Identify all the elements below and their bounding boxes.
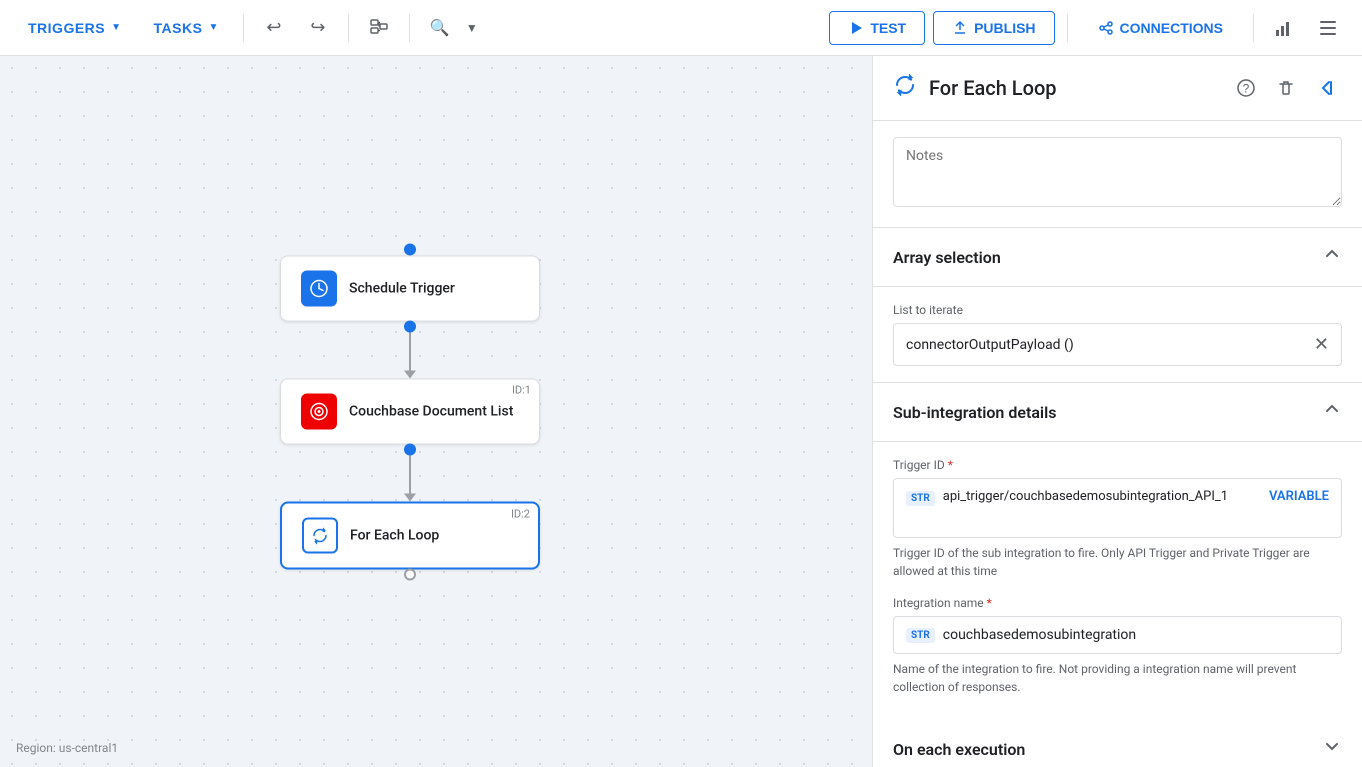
sub-integration-content: Trigger ID STR api_trigger/couchbasedemo… <box>873 442 1362 720</box>
panel-title: For Each Loop <box>929 76 1218 100</box>
menu-button[interactable] <box>1310 10 1346 46</box>
analytics-button[interactable] <box>1266 10 1302 46</box>
sub-integration-section-title: Sub-integration details <box>893 403 1056 422</box>
arrow-1 <box>404 370 416 378</box>
top-dot-trigger <box>404 243 416 255</box>
line-1 <box>409 332 411 372</box>
integration-name-label: Integration name <box>893 596 1342 610</box>
bottom-dot-couchbase <box>404 443 416 455</box>
publish-button[interactable]: PUBLISH <box>933 11 1054 45</box>
redo-button[interactable]: ↪ <box>300 10 336 46</box>
toolbar: TRIGGERS ▼ TASKS ▼ ↩ ↪ 🔍 ▼ TEST PUBLISH <box>0 0 1362 56</box>
trigger-id-hint: Trigger ID of the sub integration to fir… <box>893 544 1342 580</box>
zoom-arrow-icon: ▼ <box>466 21 478 35</box>
region-label: Region: us-central1 <box>16 741 118 755</box>
divider-2 <box>348 14 349 42</box>
bottom-dot-trigger <box>404 320 416 332</box>
integration-name-value: couchbasedemosubintegration <box>943 627 1329 643</box>
integration-name-section: Integration name STR couchbasedemosubint… <box>893 596 1342 696</box>
test-label: TEST <box>870 20 906 36</box>
connections-label: CONNECTIONS <box>1120 20 1223 36</box>
variable-link[interactable]: VARIABLE <box>1269 489 1329 504</box>
list-to-iterate-label: List to iterate <box>893 303 1342 317</box>
delete-button[interactable] <box>1270 72 1302 104</box>
schedule-trigger-icon <box>301 270 337 306</box>
tasks-menu[interactable]: TASKS ▼ <box>142 14 231 42</box>
list-to-iterate-field[interactable]: connectorOutputPayload () ✕ <box>893 323 1342 366</box>
help-button[interactable]: ? <box>1230 72 1262 104</box>
divider-4 <box>1067 14 1068 42</box>
zoom-button[interactable]: 🔍 <box>422 10 458 46</box>
triggers-arrow-icon: ▼ <box>111 22 121 33</box>
sub-integration-section-header: Sub-integration details <box>873 383 1362 442</box>
clear-list-icon[interactable]: ✕ <box>1314 334 1329 355</box>
test-button[interactable]: TEST <box>829 11 925 45</box>
couchbase-icon <box>301 393 337 429</box>
on-each-execution-header: On each execution <box>873 720 1362 767</box>
node-for-each-loop[interactable]: For Each Loop ID:2 <box>280 501 540 569</box>
panel-header-icon <box>893 73 917 103</box>
trigger-id-value: api_trigger/couchbasedemosubintegration_… <box>943 489 1261 504</box>
right-panel: For Each Loop ? Array selection <box>872 56 1362 767</box>
layout-button[interactable] <box>361 10 397 46</box>
trigger-id-str-badge: STR <box>906 491 935 506</box>
divider-1 <box>243 14 244 42</box>
tasks-arrow-icon: ▼ <box>208 22 218 33</box>
for-each-loop-icon <box>302 517 338 553</box>
panel-header-actions: ? <box>1230 72 1342 104</box>
panel-header: For Each Loop ? <box>873 56 1362 121</box>
connections-button[interactable]: CONNECTIONS <box>1080 12 1241 44</box>
notes-textarea[interactable] <box>893 137 1342 207</box>
triggers-menu[interactable]: TRIGGERS ▼ <box>16 14 134 42</box>
integration-name-hint: Name of the integration to fire. Not pro… <box>893 660 1342 696</box>
array-section-title: Array selection <box>893 248 1001 267</box>
array-section-toggle[interactable] <box>1322 244 1342 270</box>
undo-button[interactable]: ↩ <box>256 10 292 46</box>
for-each-loop-label: For Each Loop <box>350 527 439 543</box>
for-each-loop-node-id: ID:2 <box>511 507 530 520</box>
trigger-id-section: Trigger ID STR api_trigger/couchbasedemo… <box>893 458 1342 580</box>
canvas[interactable]: Schedule Trigger Couchbase Document List… <box>0 56 872 767</box>
line-2 <box>409 455 411 495</box>
tasks-label: TASKS <box>154 20 203 36</box>
array-section-header: Array selection <box>873 228 1362 287</box>
publish-label: PUBLISH <box>974 20 1035 36</box>
flow-container: Schedule Trigger Couchbase Document List… <box>280 243 540 580</box>
collapse-button[interactable] <box>1310 72 1342 104</box>
couchbase-node-id: ID:1 <box>512 383 531 396</box>
integration-name-field[interactable]: STR couchbasedemosubintegration <box>893 616 1342 654</box>
couchbase-label: Couchbase Document List <box>349 403 513 419</box>
notes-section <box>873 121 1362 228</box>
trigger-id-label: Trigger ID <box>893 458 1342 472</box>
on-each-execution-toggle[interactable] <box>1322 736 1342 762</box>
main-area: Schedule Trigger Couchbase Document List… <box>0 0 1362 767</box>
arrow-2 <box>404 493 416 501</box>
svg-text:?: ? <box>1243 82 1250 96</box>
array-section-content: List to iterate connectorOutputPayload (… <box>873 287 1362 383</box>
trigger-id-field[interactable]: STR api_trigger/couchbasedemosubintegrat… <box>893 478 1342 538</box>
node-schedule-trigger[interactable]: Schedule Trigger <box>280 255 540 321</box>
divider-3 <box>409 14 410 42</box>
integration-name-str-badge: STR <box>906 628 935 643</box>
bottom-dot-loop <box>404 568 416 580</box>
divider-5 <box>1253 14 1254 42</box>
sub-integration-section-toggle[interactable] <box>1322 399 1342 425</box>
schedule-trigger-label: Schedule Trigger <box>349 280 455 296</box>
toolbar-right: TEST PUBLISH CONNECTIONS <box>829 10 1346 46</box>
on-each-execution-title: On each execution <box>893 740 1025 759</box>
triggers-label: TRIGGERS <box>28 20 105 36</box>
list-to-iterate-value: connectorOutputPayload () <box>906 337 1306 353</box>
node-couchbase[interactable]: Couchbase Document List ID:1 <box>280 378 540 444</box>
